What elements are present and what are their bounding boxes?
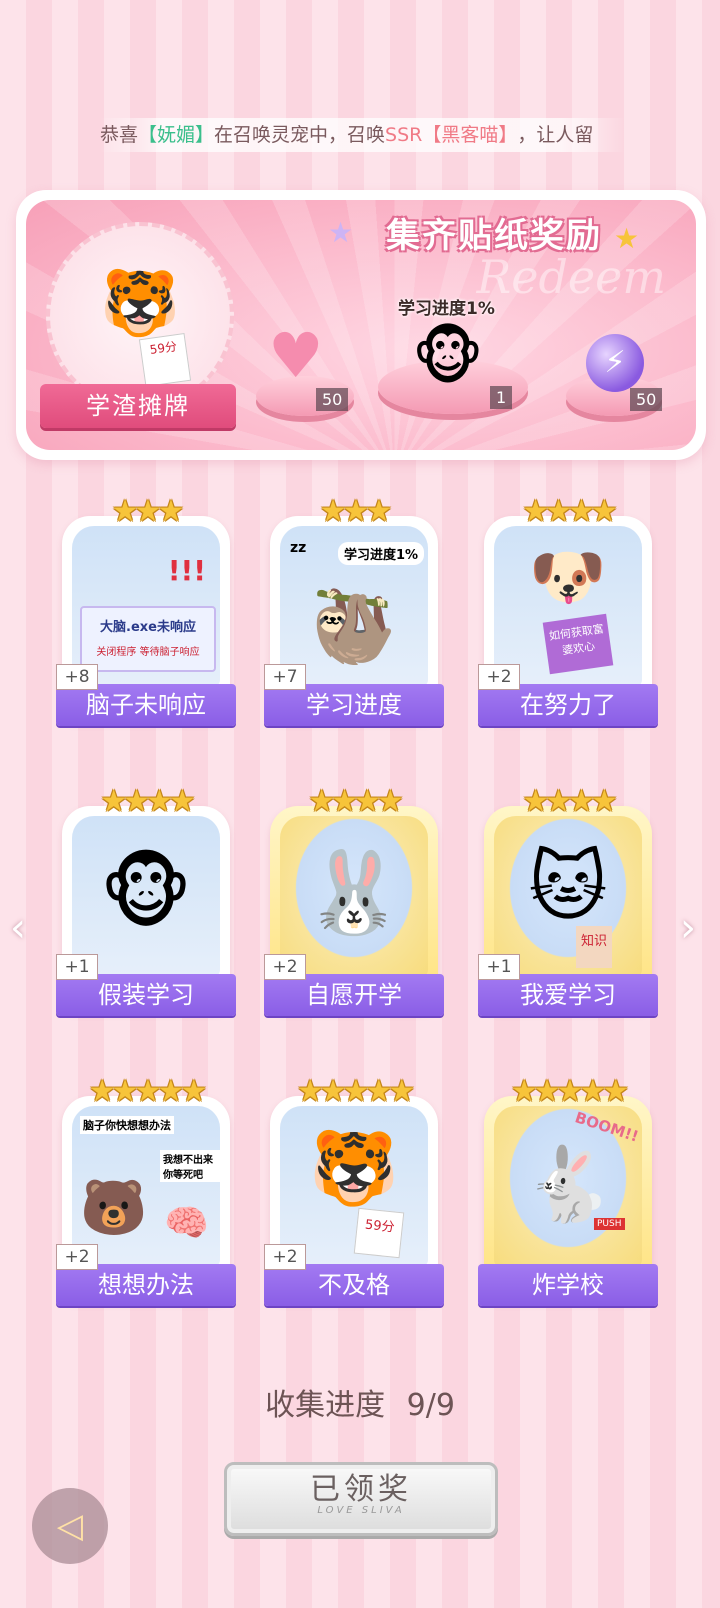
card-name: 我爱学习 xyxy=(478,974,658,1016)
monkey-icon: 🐵 xyxy=(99,846,193,939)
brain-icon: 🧠 xyxy=(164,1203,209,1244)
rarity-stars: ★★★★★ xyxy=(510,1074,629,1109)
card-count: +1 xyxy=(56,954,98,980)
star-deco-icon: ★ xyxy=(328,216,354,249)
collection-progress: 收集进度 9/9 xyxy=(0,1380,720,1424)
card-art: BOOM!! 🐇 PUSH xyxy=(494,1106,642,1266)
marquee-pet: 【黑客喵】 xyxy=(422,124,518,146)
progress-caption: 学习进度1% xyxy=(398,299,495,319)
card-name: 不及格 xyxy=(264,1264,444,1306)
sticker-card[interactable]: BOOM!! 🐇 PUSH ★★★★★ 炸学校 xyxy=(478,1074,658,1306)
collection-label: 收集进度 xyxy=(265,1388,386,1423)
sticker-card[interactable]: 学习进度1% zz 🦥 ★★★ 学习进度 +7 xyxy=(264,494,444,726)
card-count: +2 xyxy=(478,664,520,690)
card-name: 在努力了 xyxy=(478,684,658,726)
card-count: +2 xyxy=(264,954,306,980)
card-art: 🐰 xyxy=(280,816,428,976)
score-note: 59分 xyxy=(138,333,192,387)
bear-icon: 🐻 xyxy=(80,1176,148,1239)
marquee-prefix: 恭喜 xyxy=(100,124,139,146)
marquee-rarity: SSR xyxy=(385,124,423,146)
heart-gem-icon[interactable]: ♥ xyxy=(268,325,324,387)
star-deco-icon: ★ xyxy=(614,222,640,255)
card-art: 🐯 59分 xyxy=(280,1106,428,1266)
sticker-card[interactable]: 🐰 ★★★★ 自愿开学 +2 xyxy=(264,784,444,1016)
collection-value: 9/9 xyxy=(406,1388,455,1423)
card-art: 脑子你快想想办法 我想不出来 你等死吧 🐻 🧠 xyxy=(72,1106,220,1266)
sticker-card[interactable]: 🐵 ★★★★ 假装学习 +1 xyxy=(56,784,236,1016)
next-arrow-icon[interactable]: › xyxy=(680,905,696,951)
claim-button[interactable]: 已领奖 LOVE SLIVA xyxy=(224,1462,498,1536)
card-name: 炸学校 xyxy=(478,1264,658,1306)
card-count: +2 xyxy=(56,1244,98,1270)
rarity-stars: ★★★★ xyxy=(308,784,404,819)
back-icon[interactable]: ◁ xyxy=(32,1488,108,1564)
card-count: +8 xyxy=(56,664,98,690)
sticker-card[interactable]: 脑子你快想想办法 我想不出来 你等死吧 🐻 🧠 ★★★★★ 想想办法 +2 xyxy=(56,1074,236,1306)
rarity-stars: ★★★ xyxy=(319,494,393,529)
rarity-stars: ★★★★★ xyxy=(296,1074,415,1109)
card-count: +7 xyxy=(264,664,306,690)
sticker-card[interactable]: 大脑.exe未响应 关闭程序 等待脑子响应 !!! ★★★ 脑子未响应 +8 xyxy=(56,494,236,726)
puppy-icon: 🐶 xyxy=(529,540,607,613)
tiger-icon: 🐯 xyxy=(309,1126,399,1210)
sticker-card[interactable]: 🐱 知识 ★★★★ 我爱学习 +1 xyxy=(478,784,658,1016)
sloth-icon: 🦥 xyxy=(310,586,398,668)
bunny-icon: 🐇 xyxy=(523,1142,613,1226)
card-art: 🐶 如何获取富婆欢心 xyxy=(494,526,642,686)
reward-avatar[interactable]: 🐯 59分 xyxy=(46,222,234,410)
sticker-card[interactable]: 🐯 59分 ★★★★★ 不及格 +2 xyxy=(264,1074,444,1306)
angel-cat-icon: 🐱 xyxy=(528,842,608,931)
tiger-icon: 🐯 xyxy=(100,267,180,341)
lightning-orb-icon[interactable]: ⚡ xyxy=(586,334,644,392)
card-art: 大脑.exe未响应 关闭程序 等待脑子响应 !!! xyxy=(72,526,220,686)
card-name: 学习进度 xyxy=(264,684,444,726)
card-count: +2 xyxy=(264,1244,306,1270)
rarity-stars: ★★★★ xyxy=(522,784,618,819)
rarity-stars: ★★★★ xyxy=(100,784,196,819)
item-count: 50 xyxy=(630,388,663,411)
redeem-watermark: Redeem xyxy=(476,250,666,304)
claim-sub: LOVE SLIVA xyxy=(317,1505,405,1516)
reward-badge: 学渣摊牌 xyxy=(40,384,236,428)
card-name: 脑子未响应 xyxy=(56,684,236,726)
rabbit-icon: 🐰 xyxy=(304,846,404,939)
rarity-stars: ★★★★★ xyxy=(88,1074,207,1109)
item-count: 1 xyxy=(490,386,513,409)
card-art: 学习进度1% zz 🦥 xyxy=(280,526,428,686)
marquee-user: 【妩媚】 xyxy=(138,124,215,146)
card-art: 🐵 xyxy=(72,816,220,976)
card-name: 自愿开学 xyxy=(264,974,444,1016)
sticker-card[interactable]: 🐶 如何获取富婆欢心 ★★★★ 在努力了 +2 xyxy=(478,494,658,726)
marquee-middle: 在召唤灵宠中，召唤 xyxy=(214,124,386,146)
card-art: 🐱 知识 xyxy=(494,816,642,976)
rarity-stars: ★★★ xyxy=(111,494,185,529)
rarity-stars: ★★★★ xyxy=(522,494,618,529)
card-count: +1 xyxy=(478,954,520,980)
announcement-marquee: 恭喜【妩媚】在召唤灵宠中，召唤SSR【黑客喵】，让人留 xyxy=(100,118,625,152)
marquee-suffix: ，让人留 xyxy=(517,124,594,146)
reward-title: 集齐贴纸奖励 xyxy=(386,216,602,256)
prev-arrow-icon[interactable]: ‹ xyxy=(10,905,26,951)
card-name: 假装学习 xyxy=(56,974,236,1016)
monkey-phone-icon[interactable]: 🐵 xyxy=(412,320,484,393)
card-name: 想想办法 xyxy=(56,1264,236,1306)
item-count: 50 xyxy=(316,388,349,411)
